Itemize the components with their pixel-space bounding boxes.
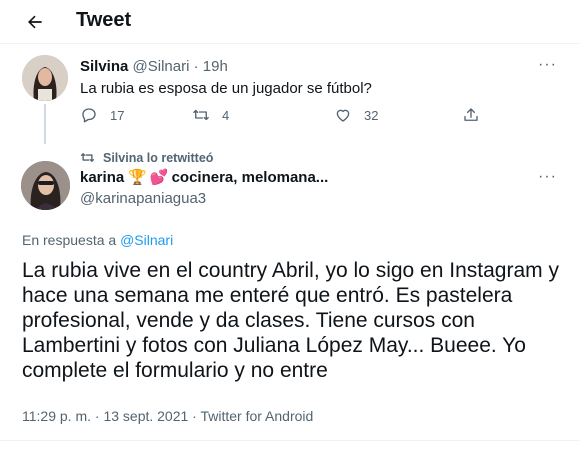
avatar-image [22, 55, 68, 101]
more-options-icon[interactable]: ··· [538, 56, 557, 74]
retweet-context-text[interactable]: Silvina lo retwitteó [103, 151, 213, 165]
tweet1-author-name[interactable]: Silvina [80, 58, 128, 75]
retweet-count: 4 [222, 107, 230, 123]
like-button[interactable]: 32 [334, 106, 378, 124]
hearts-icon: 💕 [149, 169, 169, 186]
retweet-icon [193, 109, 209, 121]
tweet1-handle[interactable]: @Silnari [133, 58, 190, 75]
tweet1-text: La rubia es esposa de un jugador se fútb… [80, 80, 372, 97]
more-options-icon[interactable]: ··· [538, 168, 557, 186]
share-button[interactable] [462, 106, 492, 124]
reply-context: En respuesta a @Silnari [22, 232, 173, 248]
retweet-small-icon [80, 153, 95, 162]
top-bar: Tweet [0, 0, 580, 44]
divider [0, 440, 580, 441]
tweet2-author-name[interactable]: karina 🏆 💕 cocinera, melomana... [80, 168, 329, 187]
page-title: Tweet [76, 9, 132, 31]
retweet-context: Silvina lo retwitteó [80, 150, 213, 165]
tweet1-separator: · [193, 58, 199, 75]
reply-handle-link[interactable]: @Silnari [120, 232, 173, 248]
tweet2-name-prefix: karina [80, 168, 125, 186]
tweet2-text: La rubia vive en el country Abril, yo lo… [22, 259, 559, 382]
avatar-image [21, 161, 70, 210]
reply-button[interactable]: 17 [80, 106, 124, 124]
tweet2-meta[interactable]: 11:29 p. m. · 13 sept. 2021 · Twitter fo… [22, 408, 313, 424]
avatar-karina[interactable] [21, 161, 70, 210]
back-button[interactable] [22, 9, 48, 35]
reply-prefix: En respuesta a [22, 232, 117, 248]
tweet2-handle[interactable]: @karinapaniagua3 [80, 190, 206, 207]
reply-icon [82, 108, 96, 123]
trophy-icon: 🏆 [128, 169, 147, 186]
tweet2-name-suffix: cocinera, melomana... [171, 168, 329, 186]
thread-connector-line [44, 104, 46, 144]
avatar-silvina[interactable] [22, 55, 68, 101]
retweet-button[interactable]: 4 [192, 106, 229, 124]
share-icon [464, 108, 478, 121]
tweet1-time[interactable]: 19h [203, 58, 228, 75]
like-count: 32 [364, 107, 379, 123]
heart-icon [336, 109, 350, 122]
reply-count: 17 [110, 107, 125, 123]
arrow-left-icon [28, 15, 42, 29]
tweet1-header: Silvina @Silnari · 19h [80, 58, 228, 75]
tweet1-action-bar: 17 4 32 [80, 106, 550, 128]
